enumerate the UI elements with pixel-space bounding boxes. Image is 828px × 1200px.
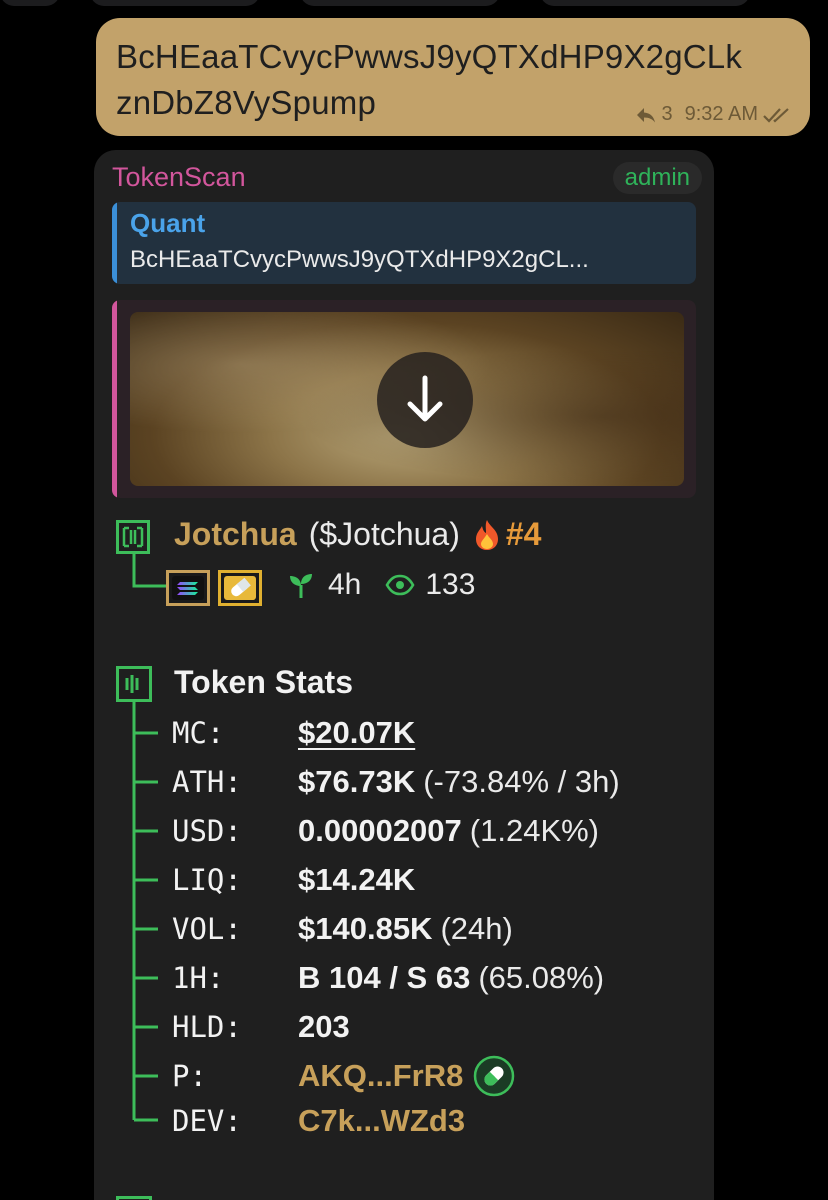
stat-row-ath: ATH: $76.73K (-73.84% / 3h) xyxy=(172,762,620,802)
stat-value: $14.24K xyxy=(298,862,416,897)
stat-label: VOL: xyxy=(172,912,242,946)
eye-icon xyxy=(385,574,415,596)
token-name[interactable]: Jotchua xyxy=(174,516,297,553)
stat-value-mc[interactable]: $20.07K xyxy=(298,715,415,751)
stat-label: DEV: xyxy=(172,1104,242,1138)
stat-row-usd: USD: 0.00002007 (1.24K%) xyxy=(172,811,599,851)
solana-chip[interactable] xyxy=(166,570,210,606)
stat-row-vol: VOL: $140.85K (24h) xyxy=(172,909,513,949)
reply-icon xyxy=(637,107,656,122)
stat-label: MC: xyxy=(172,716,225,750)
quote-text: BcHEaaTCvycPwwsJ9yQTXdHP9X2gCL... xyxy=(130,246,589,273)
stat-suffix: (1.24K%) xyxy=(469,813,600,848)
admin-badge: admin xyxy=(612,162,702,194)
incoming-message-card[interactable]: TokenScan admin Quant BcHEaaTCvycPwwsJ9y… xyxy=(94,150,714,1200)
stat-suffix: (-73.84% / 3h) xyxy=(423,764,620,799)
token-symbol: ($Jotchua) xyxy=(308,516,460,552)
reply-quote[interactable]: Quant BcHEaaTCvycPwwsJ9yQTXdHP9X2gCL... xyxy=(112,202,696,284)
fire-icon xyxy=(475,519,498,550)
stat-label: USD: xyxy=(172,814,242,848)
stat-row-hld: HLD: 203 xyxy=(172,1007,350,1047)
tree-branch-icon xyxy=(132,554,166,588)
stat-value: B 104 / S 63 xyxy=(298,960,471,995)
stat-row-mc: MC: $20.07K xyxy=(172,713,415,753)
sender-name[interactable]: TokenScan xyxy=(112,162,246,193)
stat-row-liq: LIQ: $14.24K xyxy=(172,860,415,900)
sprout-icon xyxy=(290,574,312,598)
token-meta-row: 4h 133 xyxy=(288,568,475,602)
stat-suffix: (65.08%) xyxy=(478,960,605,995)
stat-label: HLD: xyxy=(172,1010,242,1044)
previous-message-edge xyxy=(0,0,828,8)
pill-link-icon[interactable] xyxy=(473,1055,515,1097)
pump-chip[interactable] xyxy=(218,570,262,606)
download-icon xyxy=(407,375,443,422)
quote-bar xyxy=(112,202,117,284)
solana-icon xyxy=(172,576,204,600)
stat-value: $140.85K xyxy=(298,911,433,946)
next-section-icon xyxy=(116,1196,152,1200)
stat-value: 0.00002007 xyxy=(298,813,462,848)
stat-row-1h: 1H: B 104 / S 63 (65.08%) xyxy=(172,958,604,998)
download-button[interactable] xyxy=(377,352,473,448)
token-age: 4h xyxy=(328,568,362,601)
outgoing-message-bubble[interactable]: BcHEaaTCvycPwwsJ9yQTXdHP9X2gCLk znDbZ8Vy… xyxy=(96,18,810,136)
stats-tree-lines xyxy=(132,702,158,1122)
chart-bars-icon xyxy=(116,666,152,702)
stat-label: LIQ: xyxy=(172,863,242,897)
message-meta: 3 9:32 AM xyxy=(635,103,794,126)
token-title: Jotchua ($Jotchua) #4 xyxy=(174,516,541,553)
message-time: 9:32 AM xyxy=(684,103,758,125)
stat-label: 1H: xyxy=(172,961,225,995)
stat-label: ATH: xyxy=(172,765,242,799)
stat-row-dev: DEV: C7k...WZd3 xyxy=(172,1101,465,1141)
token-rank: #4 xyxy=(505,516,542,552)
scan-frame-icon xyxy=(116,520,150,554)
media-preview[interactable] xyxy=(112,300,696,498)
stats-title: Token Stats xyxy=(174,664,353,700)
stat-value: $76.73K xyxy=(298,764,416,799)
media-bar xyxy=(112,300,117,498)
stat-value: 203 xyxy=(298,1009,350,1044)
stat-label: P: xyxy=(172,1059,207,1093)
reply-count: 3 xyxy=(661,103,673,125)
pair-address-link[interactable]: AKQ...FrR8 xyxy=(298,1058,463,1094)
quote-author: Quant xyxy=(130,208,206,238)
double-check-icon xyxy=(763,107,789,123)
pill-icon xyxy=(224,576,256,600)
stat-row-pair: P: AKQ...FrR8 xyxy=(172,1055,515,1097)
dev-address-link[interactable]: C7k...WZd3 xyxy=(298,1103,465,1139)
stat-suffix: (24h) xyxy=(440,911,513,946)
token-views: 133 xyxy=(425,568,476,601)
outgoing-text-line-1: BcHEaaTCvycPwwsJ9yQTXdHP9X2gCLk xyxy=(116,38,743,75)
